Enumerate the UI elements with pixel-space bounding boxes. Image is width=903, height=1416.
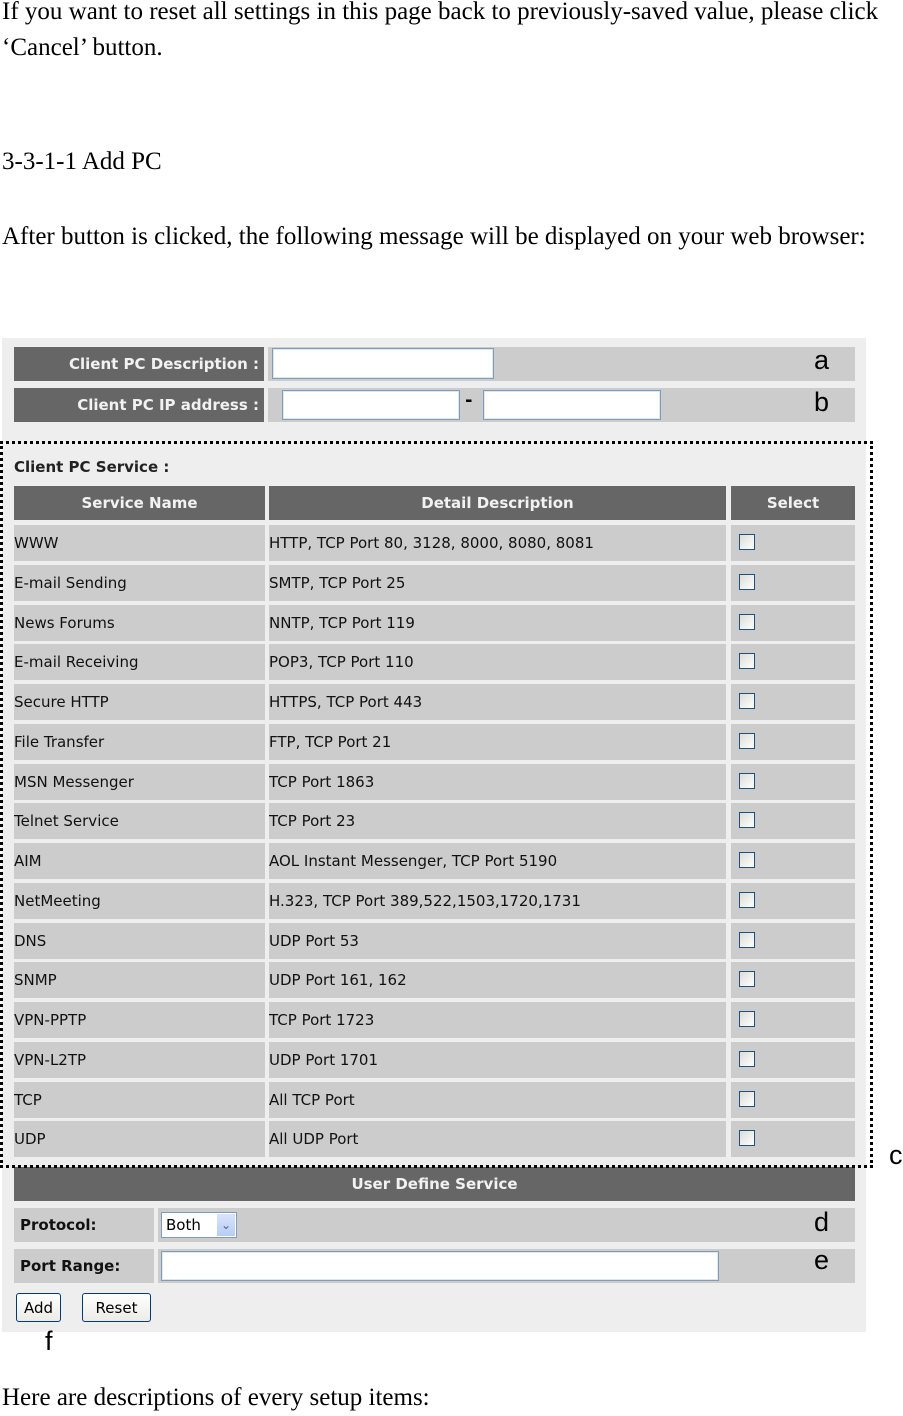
client-pc-ip-start-input[interactable]	[282, 390, 460, 420]
marker-d: d	[814, 1207, 830, 1237]
user-define-service-header: User Define Service	[14, 1167, 855, 1201]
chevron-down-icon[interactable]: ⌄	[217, 1214, 235, 1236]
marker-f: f	[45, 1326, 53, 1356]
reset-button[interactable]: Reset	[82, 1293, 151, 1322]
intro-paragraph: If you want to reset all settings in thi…	[2, 0, 879, 61]
ip-range-separator: -	[465, 390, 473, 411]
port-range-input[interactable]	[161, 1251, 719, 1281]
marker-b: b	[814, 387, 830, 417]
add-button[interactable]: Add	[16, 1293, 61, 1322]
protocol-cell: Both ⌄	[158, 1208, 855, 1242]
protocol-select[interactable]: Both ⌄	[161, 1212, 237, 1238]
protocol-selected-value: Both	[166, 1216, 201, 1234]
section-heading: 3-3-1-1 Add PC	[2, 148, 162, 175]
marker-e: e	[814, 1245, 830, 1275]
client-pc-ip-label: Client PC IP address :	[14, 388, 264, 422]
client-pc-description-cell	[268, 347, 855, 381]
port-range-label: Port Range:	[14, 1249, 154, 1283]
client-pc-description-label: Client PC Description :	[14, 347, 264, 381]
client-pc-ip-end-input[interactable]	[483, 390, 661, 420]
marker-c: c	[889, 1140, 903, 1170]
client-pc-description-input[interactable]	[272, 348, 494, 379]
client-pc-service-highlight-box	[0, 441, 873, 1168]
closing-paragraph: Here are descriptions of every setup ite…	[2, 1384, 430, 1411]
client-pc-ip-cell: -	[268, 388, 855, 422]
marker-a: a	[814, 345, 830, 375]
after-click-paragraph: After button is clicked, the following m…	[2, 223, 866, 250]
protocol-label: Protocol:	[14, 1208, 154, 1242]
port-range-cell	[158, 1249, 855, 1283]
